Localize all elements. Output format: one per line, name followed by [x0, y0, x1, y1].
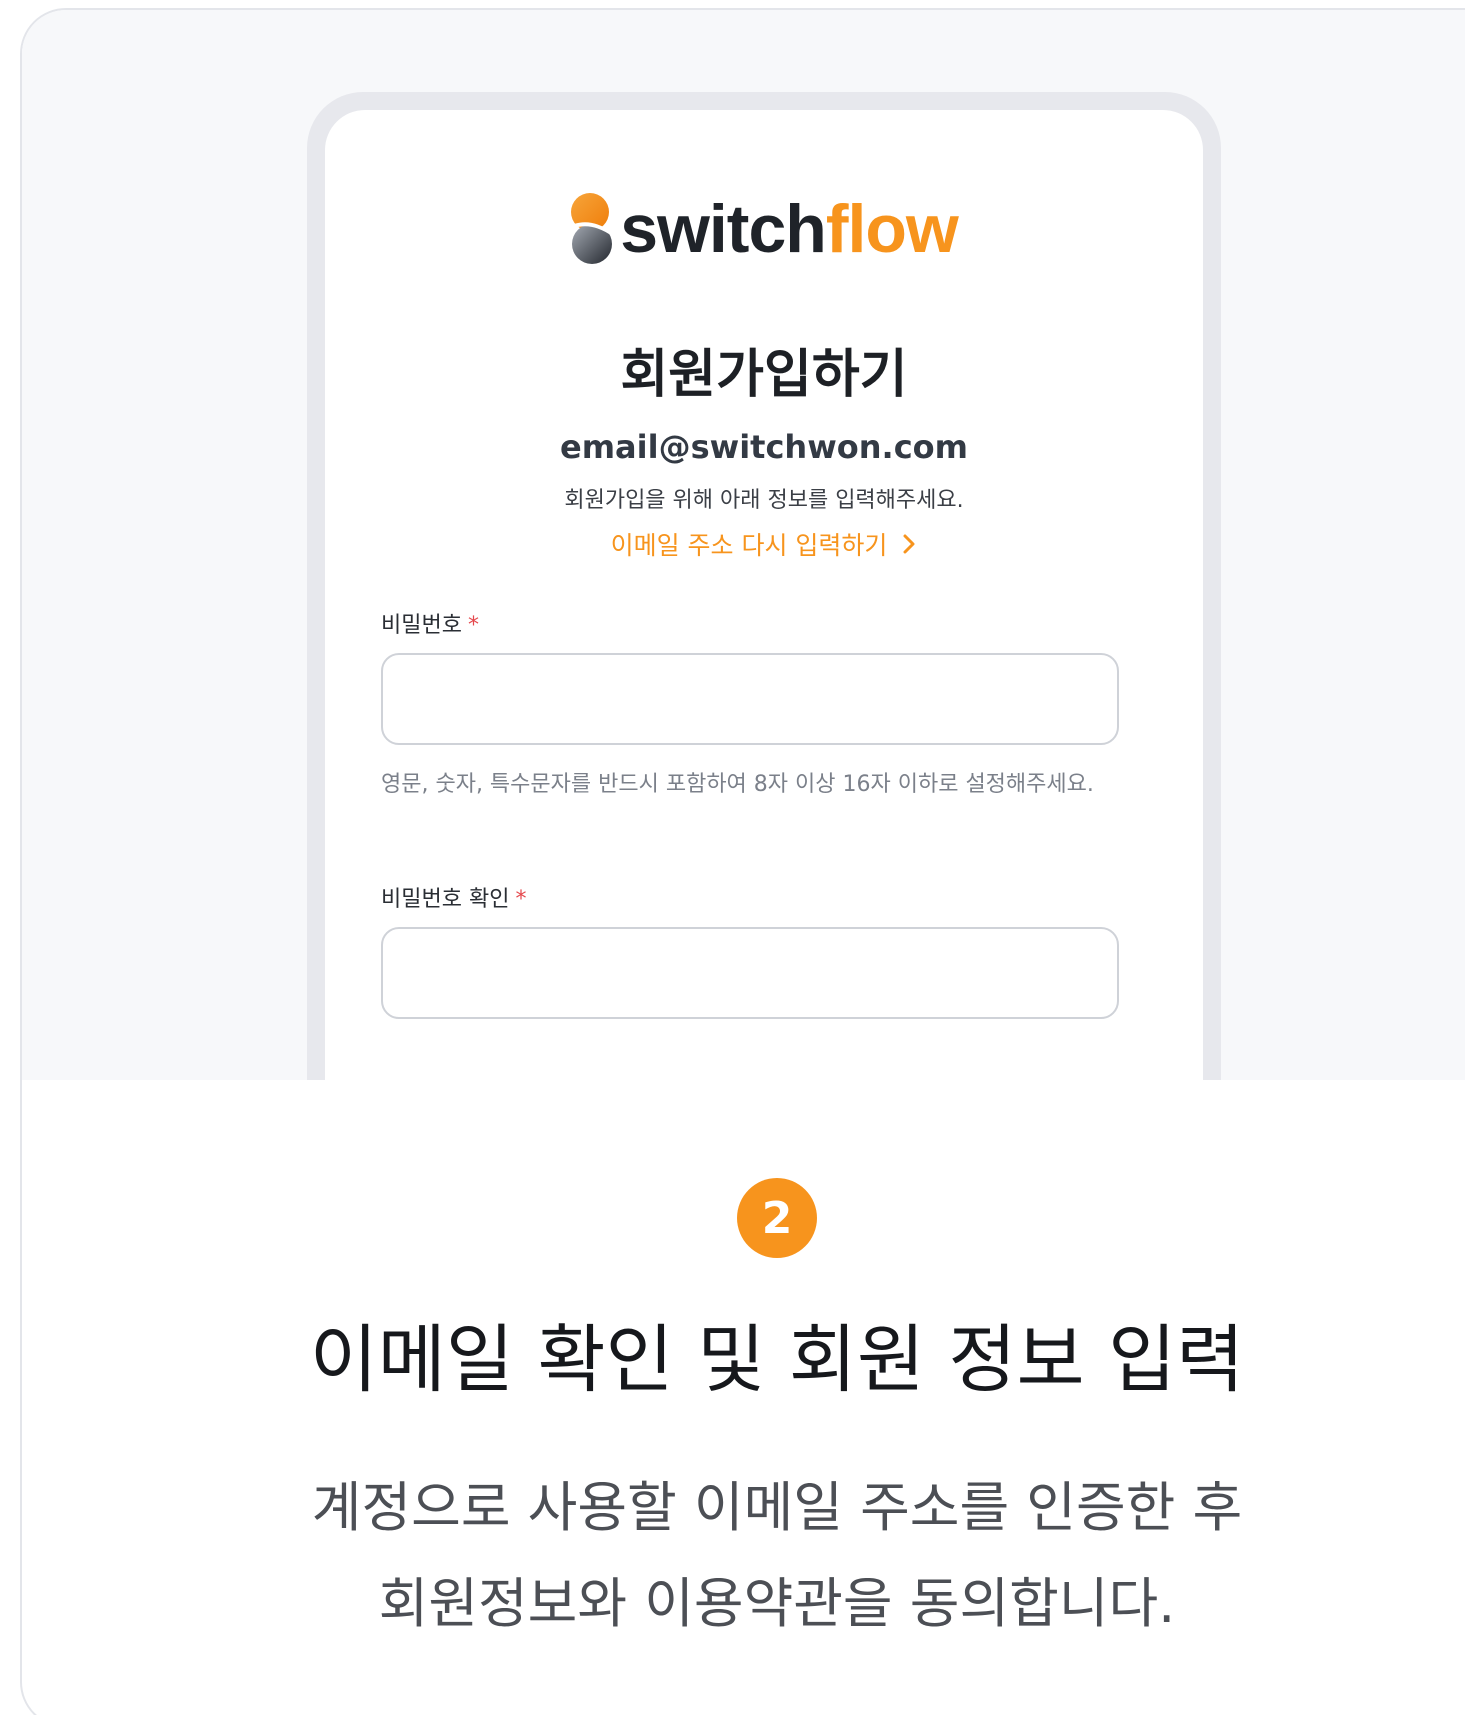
step-description-line-1: 계정으로 사용할 이메일 주소를 인증한 후	[311, 1476, 1243, 1539]
password-confirm-label: 비밀번호 확인 *	[381, 881, 526, 913]
switchflow-logo: switchflow	[325, 192, 1203, 266]
verified-email: email@switchwon.com	[560, 428, 968, 466]
password-help-text: 영문, 숫자, 특수문자를 반드시 포함하여 8자 이상 16자 이하로 설정해…	[381, 772, 1094, 797]
page-title: 회원가입하기	[620, 345, 908, 405]
password-label-text: 비밀번호	[381, 613, 462, 638]
required-mark: *	[515, 887, 527, 912]
password-input[interactable]	[381, 653, 1119, 745]
required-mark: *	[467, 613, 479, 638]
switchflow-logo-mark-icon	[571, 193, 613, 264]
logo-text-switch: switch	[620, 191, 827, 267]
step-description-line-2: 회원정보와 이용약관을 동의합니다.	[378, 1572, 1176, 1635]
step-number-badge: 2	[737, 1178, 817, 1258]
logo-text-flow: flow	[825, 191, 959, 267]
device-frame: switchflow 회원가입하기 email@switchwon.com 회원…	[307, 92, 1221, 1080]
password-confirm-input[interactable]	[381, 927, 1119, 1019]
signup-screen: switchflow 회원가입하기 email@switchwon.com 회원…	[325, 110, 1203, 1080]
screen-preview: switchflow 회원가입하기 email@switchwon.com 회원…	[22, 10, 1465, 1080]
reenter-email-label: 이메일 주소 다시 입력하기	[610, 531, 888, 560]
step-description: 계정으로 사용할 이메일 주소를 인증한 후 회원정보와 이용약관을 동의합니다…	[22, 1460, 1465, 1652]
step-card: switchflow 회원가입하기 email@switchwon.com 회원…	[20, 8, 1465, 1715]
password-label: 비밀번호 *	[381, 607, 479, 639]
step-title: 이메일 확인 및 회원 정보 입력	[309, 1317, 1245, 1403]
password-confirm-label-text: 비밀번호 확인	[381, 887, 510, 912]
chevron-right-icon	[903, 534, 915, 554]
reenter-email-link[interactable]: 이메일 주소 다시 입력하기	[325, 526, 1203, 562]
signup-description: 회원가입을 위해 아래 정보를 입력해주세요.	[564, 488, 964, 513]
